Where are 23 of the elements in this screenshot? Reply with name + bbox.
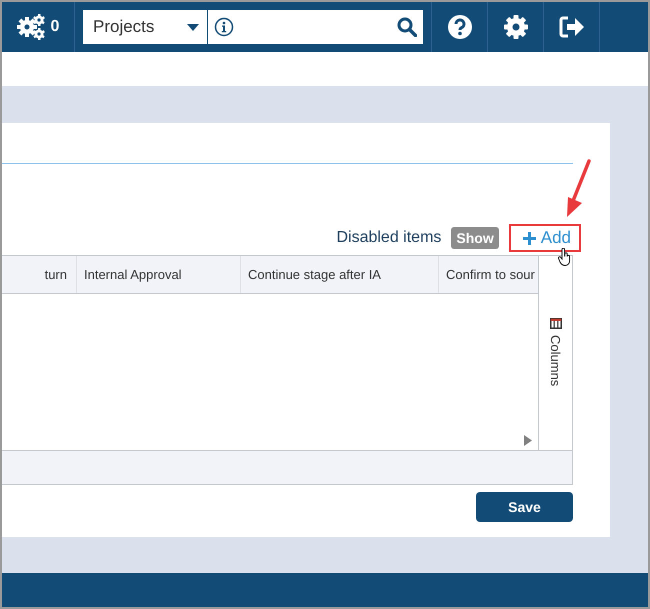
settings-icon [502,14,528,40]
column-header[interactable]: Internal Approval [77,256,241,293]
help-icon [446,14,472,40]
gears-icon[interactable] [16,14,47,40]
add-button[interactable]: Add [508,224,581,252]
scroll-right-icon[interactable] [524,435,532,446]
save-button[interactable]: Save [476,492,573,522]
disabled-items-label: Disabled items [336,229,442,247]
column-header[interactable]: turn [2,256,77,293]
search-icon[interactable] [397,17,417,37]
jobs-count: 0 [50,18,60,36]
scope-dropdown[interactable]: Projects [83,10,208,44]
sign-out-icon [558,15,586,39]
plus-icon [522,232,536,244]
column-header[interactable]: Confirm to sour [439,256,538,293]
caret-icon [187,24,199,30]
columns-icon [550,318,562,329]
column-header[interactable]: Continue stage after IA [241,256,439,293]
hand-cursor-icon [558,248,572,266]
info-icon[interactable] [214,17,234,37]
annotation-arrow [564,159,594,219]
columns-panel[interactable]: Columns [539,256,572,450]
search-field[interactable] [208,10,423,44]
